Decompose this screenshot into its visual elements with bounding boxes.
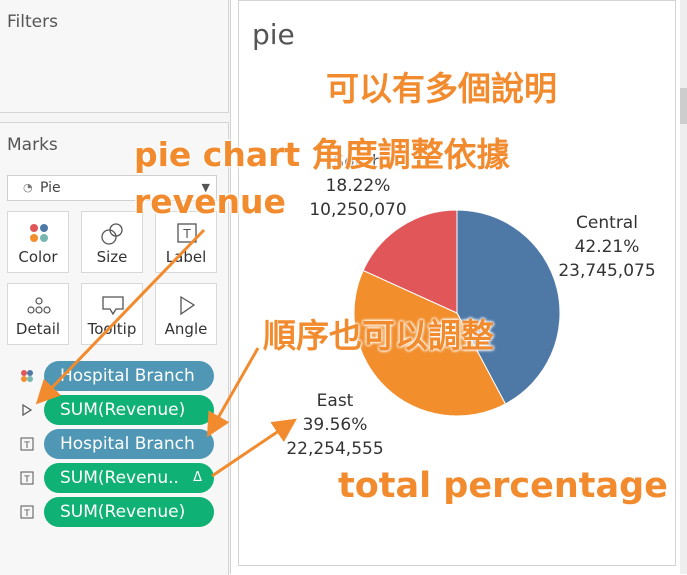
pie-label-east-percent: 39.56% [302, 415, 368, 435]
pie-label-central-percent: 42.21% [574, 237, 640, 257]
pie-label-south-value: 10,250,070 [309, 200, 407, 220]
pie-label-central-name: Central [576, 213, 638, 233]
pie-label-south-percent: 18.22% [325, 176, 391, 196]
annotation-multiple-labels: 可以有多個說明 [326, 69, 557, 108]
annotation-angle-basis: pie chart 角度調整依據 [134, 135, 510, 174]
pie-label-east-name: East [316, 391, 354, 411]
pie-label-east-value: 22,254,555 [286, 439, 384, 459]
pie-label-central: Central 42.21% 23,745,075 [552, 211, 662, 283]
annotation-angle-basis-revenue: revenue [134, 182, 286, 221]
pie-label-central-value: 23,745,075 [558, 261, 656, 281]
pie-label-east: East 39.56% 22,254,555 [280, 389, 390, 461]
annotation-total-percentage: total percentage [338, 466, 668, 506]
annotation-order-adjustable: 順序也可以調整 [263, 316, 494, 355]
